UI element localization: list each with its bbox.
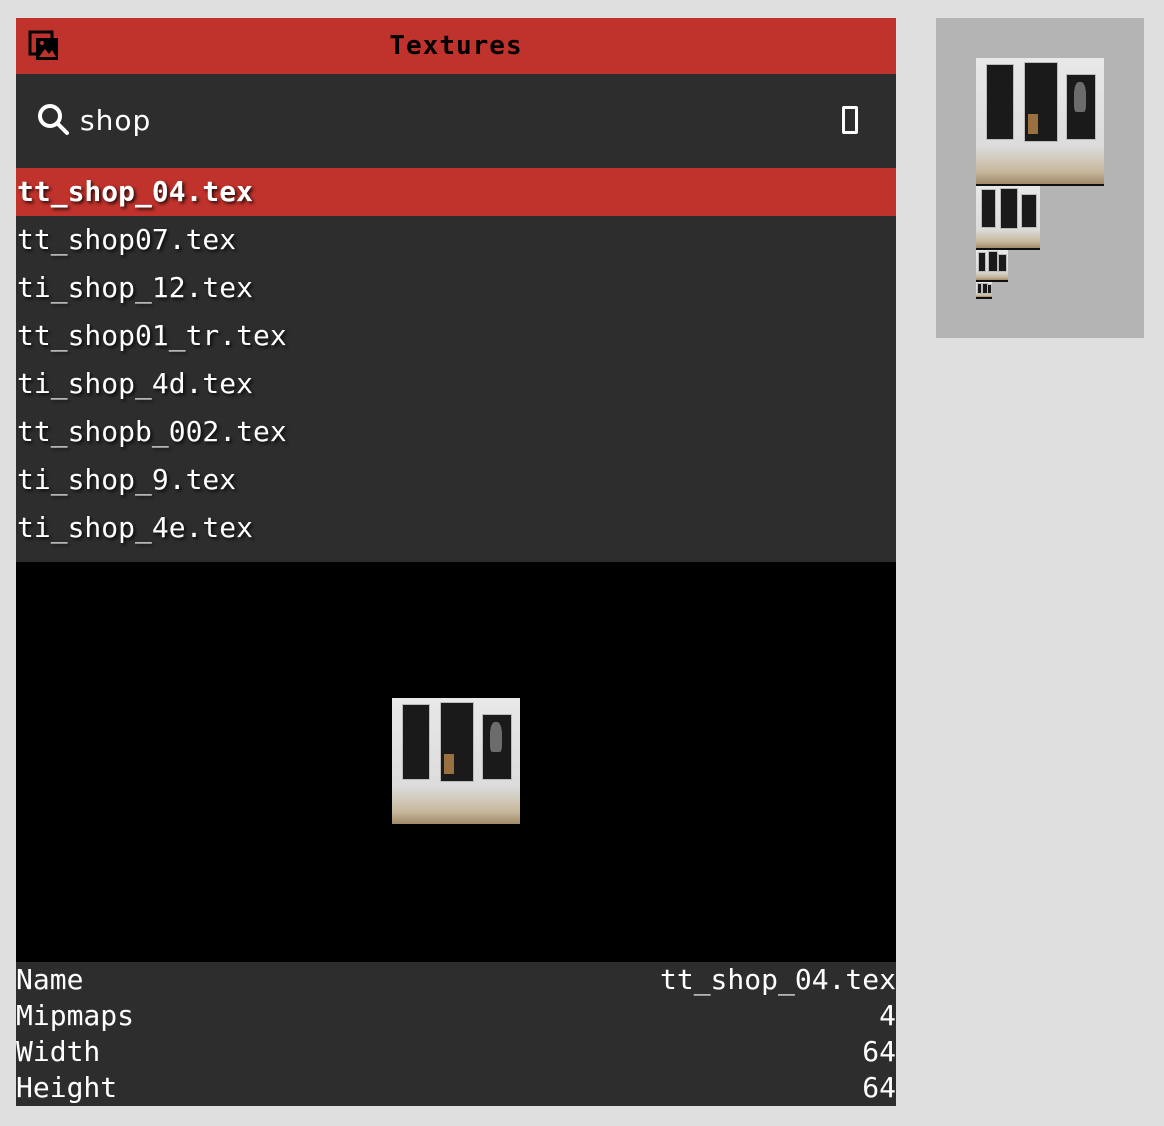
list-item[interactable]: tt_shop07.tex (16, 216, 896, 264)
property-row-width: Width 64 (16, 1034, 896, 1070)
title-bar: Textures (16, 18, 896, 74)
property-value: 4 (879, 999, 896, 1032)
mipmap-level-3 (976, 282, 992, 297)
list-item[interactable]: ti_shop_9.tex (16, 456, 896, 504)
search-bar (16, 74, 896, 168)
mipmap-level-0 (976, 58, 1104, 184)
texture-preview-image (392, 698, 520, 824)
property-label: Name (16, 963, 84, 996)
properties-table: Name tt_shop_04.tex Mipmaps 4 Width 64 H… (16, 962, 896, 1106)
list-item[interactable]: tt_shop01_tr.tex (16, 312, 896, 360)
property-value: tt_shop_04.tex (659, 963, 896, 996)
texture-list: tt_shop_04.tex tt_shop07.tex ti_shop_12.… (16, 168, 896, 552)
list-item[interactable]: ti_shop_12.tex (16, 264, 896, 312)
property-value: 64 (862, 1035, 896, 1068)
list-item[interactable]: tt_shop_04.tex (16, 168, 896, 216)
window-title: Textures (389, 31, 523, 61)
clear-icon[interactable] (842, 106, 858, 134)
property-label: Mipmaps (16, 999, 135, 1032)
property-row-mipmaps: Mipmaps 4 (16, 998, 896, 1034)
mipmap-level-2 (976, 250, 1008, 280)
property-value: 64 (862, 1071, 896, 1104)
search-icon (38, 104, 69, 135)
property-label: Width (16, 1035, 101, 1068)
property-row-height: Height 64 (16, 1070, 896, 1106)
property-label: Height (16, 1071, 118, 1104)
search-input[interactable] (80, 100, 780, 140)
mipmap-level-1 (976, 186, 1040, 248)
list-item[interactable]: ti_shop_4e.tex (16, 504, 896, 552)
texture-preview (16, 562, 896, 962)
texture-panel: Textures tt_shop_04.tex tt_shop07.tex ti… (16, 18, 896, 1106)
images-icon (28, 30, 58, 60)
mipmap-preview (936, 18, 1144, 338)
list-item[interactable]: ti_shop_4d.tex (16, 360, 896, 408)
list-item[interactable]: tt_shopb_002.tex (16, 408, 896, 456)
property-row-name: Name tt_shop_04.tex (16, 962, 896, 998)
